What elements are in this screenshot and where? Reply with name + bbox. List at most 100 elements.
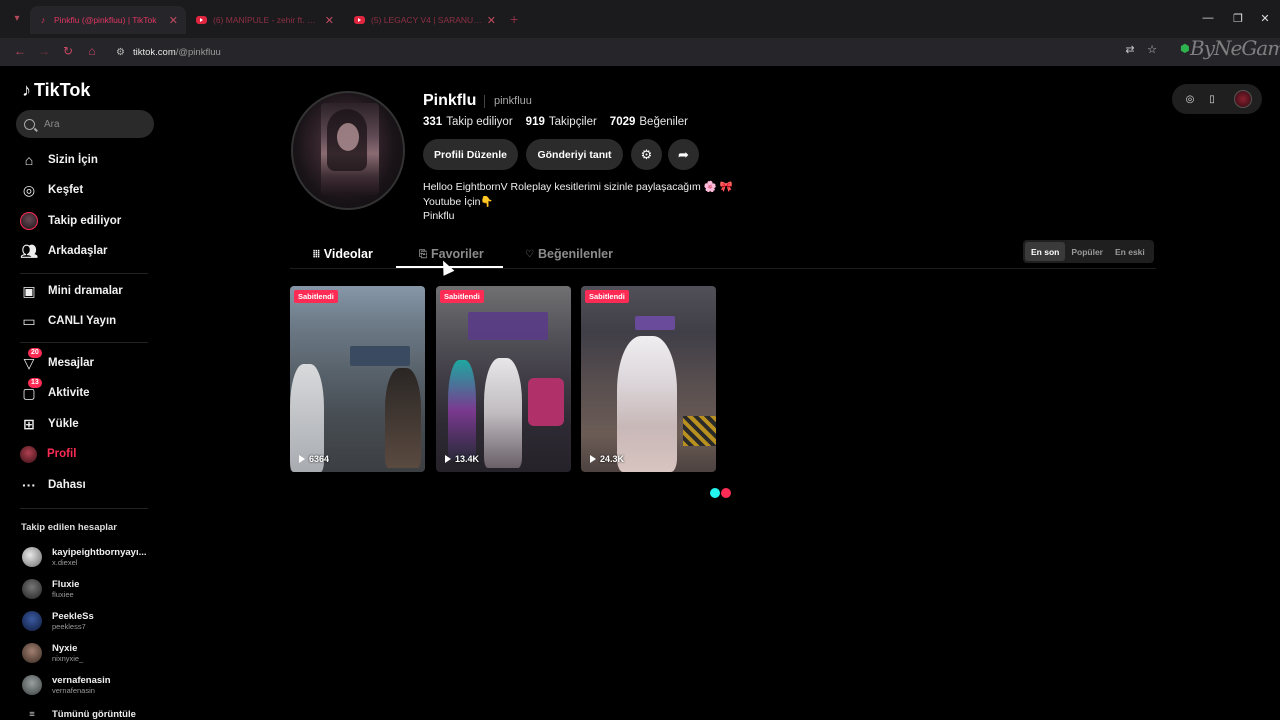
youtube-favicon-icon [354,16,365,24]
edit-profile-button[interactable]: Profili Düzenle [423,139,518,170]
stat-likes: 7029 Beğeniler [610,116,688,128]
home-page-icon[interactable]: ⌂ [84,44,100,58]
nav-label: Profil [47,448,77,460]
site-settings-icon[interactable]: ⚙ [116,47,125,58]
nav-messages[interactable]: ▽ 20 Mesajlar [20,348,95,375]
account-handle: fluxiee [52,590,74,599]
bookmark-star-icon[interactable]: ☆ [1144,43,1160,56]
sort-oldest[interactable]: En eski [1109,242,1151,261]
grid-icon: ⦙⦙⦙ [313,248,320,260]
play-icon [590,455,596,463]
minimize-icon[interactable]: — [1200,12,1216,24]
account-name: Nyxie [52,643,78,654]
following-account[interactable]: PeekleSs peekless7 [22,608,94,634]
phone-icon[interactable]: ▯ [1202,94,1222,105]
loading-indicator [710,488,731,498]
following-account[interactable]: vernafenasin vernafenasin [22,672,111,698]
extension-icon[interactable]: ⬢ [1180,42,1190,55]
scene-figure [484,358,522,468]
stat-followers[interactable]: 919 Takipçiler [526,116,597,128]
sort-popular[interactable]: Popüler [1065,242,1109,261]
following-avatar-icon [20,212,38,230]
promote-post-button[interactable]: Gönderiyi tanıt [526,139,623,170]
bio-line: Pinkflu [423,210,455,222]
stat-following[interactable]: 331 Takip ediliyor [423,116,513,128]
tab-title: Pinkflu (@pinkfluu) | TikTok [54,15,157,25]
sort-latest[interactable]: En son [1025,242,1066,261]
tab-liked[interactable]: ♡ Beğenilenler [525,244,613,264]
stat-label: Takip ediliyor [446,116,513,128]
forward-icon[interactable]: → [36,44,52,58]
account-handle: vernafenasin [52,686,95,695]
settings-gear-icon[interactable]: ⚙ [631,139,662,170]
profile-stats: 331 Takip ediliyor 919 Takipçiler 7029 Beğe… [423,116,701,128]
back-icon[interactable]: ← [12,44,28,58]
user-avatar[interactable] [1234,90,1252,108]
scene-detail [350,346,410,366]
following-account[interactable]: kayipeightbornyayı... x.diexel [22,544,147,570]
tiktok-favicon-icon: ♪ [40,15,46,25]
close-tab-icon[interactable]: ✕ [325,14,334,27]
tab-label: Beğenilenler [537,247,613,261]
stat-label: Beğeniler [639,116,688,128]
browser-tab-bar: ▾ ♪ Pinkflu (@pinkfluu) | TikTok ✕ (6) M… [0,0,1280,38]
translate-icon[interactable]: ⇄ [1122,43,1138,56]
profile-handle: pinkfluu [494,95,532,107]
messages-badge: 20 [28,348,42,358]
see-all-following-link[interactable]: ≡ Tümünü görüntüle [22,709,136,720]
tab-favorites[interactable]: ⎘ Favoriler [419,244,484,264]
list-icon: ≡ [29,709,35,720]
browser-tab-tiktok[interactable]: ♪ Pinkflu (@pinkfluu) | TikTok ✕ [30,6,186,34]
video-card[interactable]: Sabitlendi 24.3K [581,286,716,472]
nav-upload[interactable]: ⊞ Yükle [20,412,79,436]
tab-videos[interactable]: ⦙⦙⦙ Videolar [313,244,373,264]
stat-value: 331 [423,116,443,128]
tab-label: Favoriler [431,247,484,261]
search-bar[interactable] [16,110,154,138]
stat-value: 7029 [609,116,636,128]
browser-tab-youtube-2[interactable]: (5) LEGACY V4 | SARANUK GA ✕ [346,6,504,34]
nav-following[interactable]: Takip ediliyor [20,209,121,233]
youtube-favicon-icon [196,16,207,24]
sort-toggle: En son Popüler En eski [1023,240,1154,263]
compass-small-icon[interactable]: ◎ [1180,94,1200,105]
following-accounts-heading: Takip edilen hesaplar [21,522,117,533]
following-account[interactable]: Nyxie nixnyxie_ [22,640,83,666]
browser-tab-youtube-1[interactable]: (6) MANİPULE - zehir ft. SAVEF ✕ [188,6,342,34]
nav-for-you[interactable]: ⌂ Sizin İçin [20,148,98,172]
search-input[interactable] [44,118,144,130]
nav-label: Arkadaşlar [48,245,108,257]
nav-mini-dramas[interactable]: ▣ Mini dramalar [20,279,123,303]
tab-title: (6) MANİPULE - zehir ft. SAVEF [213,15,321,25]
play-icon [299,455,305,463]
following-account[interactable]: Fluxie fluxiee [22,576,79,602]
profile-avatar[interactable] [291,91,405,210]
url-field[interactable]: ⚙ tiktok.com/@pinkfluu [110,41,1170,63]
tiktok-logo[interactable]: ♪ TikTok [22,80,90,101]
tab-search-icon[interactable]: ▾ [10,12,24,26]
name-separator [484,95,485,108]
video-card[interactable]: Sabitlendi 13.4K [436,286,571,472]
share-arrow-icon[interactable]: ➦ [668,139,699,170]
nav-profile[interactable]: Profil [20,442,76,466]
nav-friends[interactable]: 👥︎ Arkadaşlar [20,239,107,263]
new-tab-icon[interactable]: + [510,11,518,27]
address-bar: ← → ↻ ⌂ ⚙ tiktok.com/@pinkfluu [0,38,1280,66]
view-count-value: 6364 [309,454,330,464]
nav-live[interactable]: ▭ CANLI Yayın [20,309,116,333]
close-tab-icon[interactable]: ✕ [487,14,496,27]
scene-figure [385,368,421,468]
close-tab-icon[interactable]: ✕ [169,14,178,27]
close-window-icon[interactable]: ✕ [1257,12,1273,25]
nav-explore[interactable]: ◎ Keşfet [20,178,83,202]
nav-label: Mesajlar [48,357,95,369]
nav-label: CANLI Yayın [48,315,117,327]
nav-label: Keşfet [48,184,84,196]
restore-icon[interactable]: ❐ [1230,12,1246,25]
nav-more[interactable]: ··· Dahası [20,473,86,497]
nav-activity[interactable]: ▢ 13 Aktivite [20,378,90,405]
video-card[interactable]: Sabitlendi 6364 [290,286,425,472]
nav-label: Mini dramalar [48,285,123,297]
stat-value: 919 [525,116,545,128]
reload-icon[interactable]: ↻ [60,44,76,58]
